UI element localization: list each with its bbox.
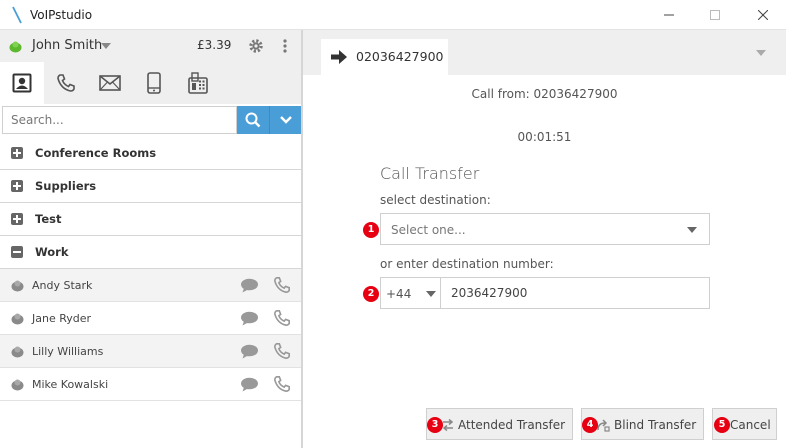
expand-plus-icon[interactable]: [11, 180, 23, 192]
group-work[interactable]: Work: [0, 236, 302, 269]
destination-number-label: or enter destination number:: [380, 257, 554, 271]
offline-status-icon: [11, 379, 24, 391]
close-icon: [758, 10, 768, 20]
collapse-minus-icon[interactable]: [11, 246, 23, 258]
annotation-badge-3: 3: [427, 417, 443, 433]
group-label: Conference Rooms: [35, 146, 157, 160]
offline-status-icon: [11, 346, 24, 358]
destination-select[interactable]: Select one...: [380, 213, 710, 245]
call-phone-icon[interactable]: [273, 276, 291, 294]
more-vertical-icon[interactable]: [280, 38, 290, 54]
call-panel: 02036427900 Call from: 02036427900 00:01…: [303, 30, 786, 448]
search-icon: [245, 112, 261, 128]
group-label: Work: [35, 245, 69, 259]
group-label: Test: [35, 212, 62, 226]
contact-row[interactable]: Mike Kowalski: [0, 368, 302, 401]
user-menu-chevron-down-icon[interactable]: [101, 43, 111, 49]
search-options-button[interactable]: [269, 106, 301, 134]
expand-plus-icon[interactable]: [11, 147, 23, 159]
search-input[interactable]: [2, 106, 237, 134]
chat-bubble-icon[interactable]: [240, 344, 259, 359]
call-tab-number: 02036427900: [356, 49, 444, 64]
call-tab-bar: 02036427900: [303, 30, 786, 75]
arrow-right-icon: [331, 50, 347, 64]
search-button[interactable]: [237, 106, 269, 134]
offline-status-icon: [11, 313, 24, 325]
call-phone-icon[interactable]: [273, 375, 291, 393]
fax-icon: [188, 72, 208, 94]
destination-select-value: Select one...: [391, 223, 466, 237]
annotation-badge-5: 5: [714, 417, 730, 433]
select-destination-label: select destination:: [380, 193, 491, 207]
account-balance: £3.39: [197, 38, 232, 52]
annotation-badge-1: 1: [363, 222, 379, 238]
blind-transfer-label: Blind Transfer: [614, 418, 697, 432]
left-panel: John Smith £3.39 Search... Conference Ro…: [0, 30, 302, 448]
attended-transfer-icon: [442, 418, 454, 432]
main-tabs: [0, 62, 302, 104]
chat-bubble-icon[interactable]: [240, 311, 259, 326]
tab-mobile[interactable]: [132, 62, 176, 104]
chevron-down-icon: [426, 291, 436, 297]
contact-name: Lilly Williams: [32, 345, 104, 358]
contact-row[interactable]: Jane Ryder: [0, 302, 302, 335]
blind-transfer-icon: [597, 419, 610, 432]
chat-bubble-icon[interactable]: [240, 377, 259, 392]
offline-status-icon: [11, 280, 24, 292]
minimize-icon: [664, 14, 674, 16]
country-prefix-select[interactable]: +44: [380, 277, 441, 309]
chat-bubble-icon[interactable]: [240, 278, 259, 293]
close-button[interactable]: [740, 0, 786, 30]
call-from-text: Call from: 02036427900: [471, 87, 618, 101]
attended-transfer-label: Attended Transfer: [458, 418, 566, 432]
gear-icon[interactable]: [248, 38, 264, 54]
group-conference-rooms[interactable]: Conference Rooms: [0, 137, 302, 170]
contact-row[interactable]: Lilly Williams: [0, 335, 302, 368]
call-phone-icon[interactable]: [273, 309, 291, 327]
group-label: Suppliers: [35, 179, 97, 193]
window-title: VoIPstudio: [30, 8, 93, 22]
maximize-button[interactable]: [692, 0, 738, 30]
tab-calls[interactable]: [44, 62, 88, 104]
call-phone-icon[interactable]: [273, 342, 291, 360]
annotation-badge-2: 2: [363, 286, 379, 302]
search-row: [0, 104, 302, 136]
chevron-down-icon: [687, 227, 697, 233]
blind-transfer-button[interactable]: Blind Transfer: [581, 408, 704, 440]
minimize-button[interactable]: [646, 0, 692, 30]
attended-transfer-button[interactable]: Attended Transfer: [426, 408, 573, 440]
user-bar: John Smith £3.39: [0, 30, 302, 62]
title-bar: VoIPstudio: [0, 0, 786, 30]
group-suppliers[interactable]: Suppliers: [0, 170, 302, 203]
contact-name: Andy Stark: [32, 279, 93, 292]
transfer-title: Call Transfer: [380, 164, 480, 183]
tab-messages[interactable]: [88, 62, 132, 104]
user-name[interactable]: John Smith: [32, 38, 102, 53]
envelope-icon: [99, 75, 121, 91]
country-prefix-value: +44: [386, 287, 412, 301]
tab-contacts[interactable]: [0, 62, 44, 104]
call-tab-active[interactable]: 02036427900: [321, 39, 448, 75]
contacts-icon: [12, 73, 32, 93]
online-status-icon: [9, 41, 22, 53]
phone-icon: [57, 74, 75, 92]
annotation-badge-4: 4: [582, 417, 598, 433]
cancel-label: Cancel: [730, 418, 771, 432]
contact-name: Mike Kowalski: [32, 378, 109, 391]
contact-name: Jane Ryder: [32, 312, 92, 325]
destination-number-input[interactable]: [440, 277, 710, 309]
maximize-icon: [710, 10, 720, 20]
tab-fax[interactable]: [176, 62, 220, 104]
voipstudio-logo-icon: [12, 6, 22, 24]
contact-row[interactable]: Andy Stark: [0, 269, 302, 302]
chevron-down-icon: [279, 116, 292, 124]
call-timer: 00:01:51: [517, 130, 572, 144]
call-tabs-chevron-down-icon[interactable]: [756, 50, 766, 56]
mobile-phone-icon: [147, 72, 161, 94]
group-test[interactable]: Test: [0, 203, 302, 236]
expand-plus-icon[interactable]: [11, 213, 23, 225]
